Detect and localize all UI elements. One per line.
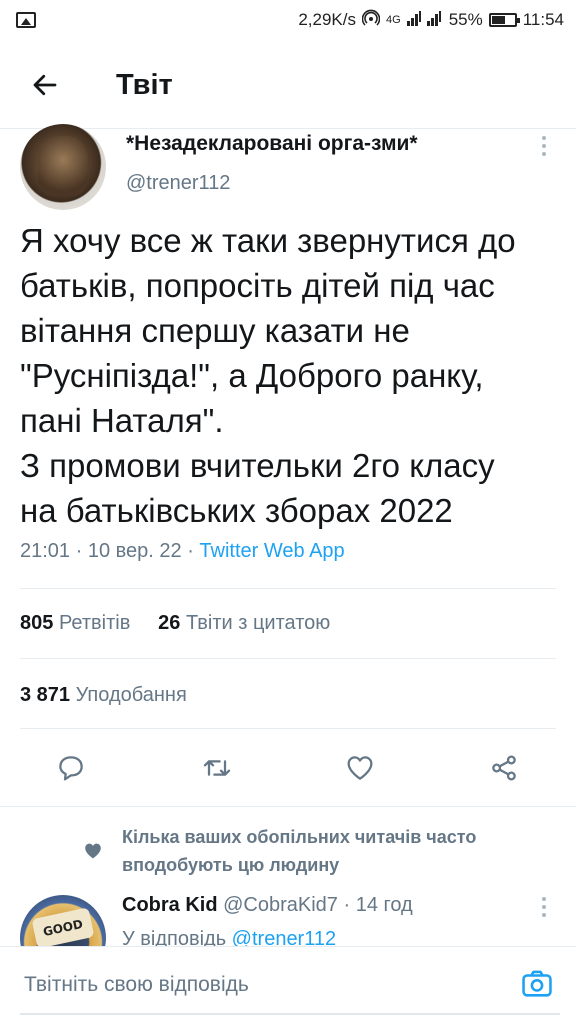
arrow-left-icon <box>33 74 57 96</box>
tweet-meta: 21:01 · 10 вер. 22 · Twitter Web App <box>20 540 345 563</box>
retweets-stat[interactable]: 805 Ретвітів <box>20 612 130 634</box>
tweet-text-line: вітання спершу казати не <box>20 312 410 349</box>
composer-underline <box>20 1013 560 1015</box>
social-context: Кілька ваших обопільних читачів часто вп… <box>122 823 476 879</box>
tweet-source-link[interactable]: Twitter Web App <box>199 540 344 562</box>
page-title: Твіт <box>116 68 173 101</box>
heart-icon <box>347 756 373 780</box>
social-context-line: Кілька ваших обопільних читачів часто <box>122 827 477 847</box>
author-avatar[interactable] <box>20 124 106 210</box>
avatar-logo-text: GOOD LUCK <box>31 907 95 968</box>
likes-count: 3 871 <box>20 684 71 706</box>
reply-composer: Твітніть свою відповідь <box>0 946 576 1024</box>
divider <box>20 728 556 729</box>
divider <box>20 588 556 589</box>
retweets-label: Ретвітів <box>58 612 131 634</box>
tweet-action-bar <box>0 745 576 795</box>
quotes-count: 26 <box>158 612 181 634</box>
hotspot-icon <box>361 9 381 32</box>
network-speed: 2,29K/s <box>298 10 356 29</box>
like-button[interactable] <box>340 745 380 791</box>
image-notification-icon <box>16 12 36 28</box>
replying-to-user-link[interactable]: @trener112 <box>232 928 336 946</box>
camera-icon[interactable] <box>520 967 554 1001</box>
tweet-text-line: Я хочу все ж таки звернутися до <box>20 222 516 259</box>
signal-icon <box>406 10 443 31</box>
top-app-bar: Твіт <box>0 40 576 130</box>
reply-icon <box>59 756 83 781</box>
back-button[interactable] <box>0 40 90 130</box>
retweet-button[interactable] <box>197 745 237 791</box>
tweet-text-line: пані Наталя". <box>20 402 224 439</box>
reply-author[interactable]: Cobra Kid @CobraKid7 · 14 год <box>122 894 413 917</box>
battery-percent: 55% <box>448 10 483 29</box>
tweet-text-line: "Руснiпiзда!", а Доброго ранку, <box>20 357 484 394</box>
social-context-line: вподобують цю людину <box>122 855 340 875</box>
likes-label: Уподобання <box>75 684 187 706</box>
heart-filled-icon <box>85 843 101 859</box>
clock: 11:54 <box>522 10 564 29</box>
quotes-stat[interactable]: 26 Твіти з цитатою <box>158 612 330 634</box>
quotes-label: Твіти з цитатою <box>185 612 331 634</box>
tweet-counts-row: 805 Ретвітів 26 Твіти з цитатою <box>20 612 330 635</box>
network-type: 4G <box>386 14 401 26</box>
tweet-more-icon[interactable] <box>542 136 548 156</box>
share-icon <box>492 755 516 781</box>
share-button[interactable] <box>484 745 524 791</box>
tweet-text-line: батьків, попросіть дітей під час <box>20 267 495 304</box>
tweet-text-line: на батьківських зборах 2022 <box>20 492 453 529</box>
reply-username-time: @CobraKid7 · 14 год <box>217 894 413 916</box>
divider <box>20 658 556 659</box>
reply-more-icon[interactable] <box>542 897 548 917</box>
section-divider <box>0 806 576 807</box>
retweet-icon <box>203 760 231 776</box>
replying-to: У відповідь @trener112 <box>122 928 336 946</box>
author-username[interactable]: @trener112 <box>126 172 230 195</box>
tweet-text-line: З промови вчительки 2го класу <box>20 447 495 484</box>
tweet-text: Я хочу все ж таки звернутися до батьків,… <box>20 218 560 533</box>
reply-input[interactable]: Твітніть свою відповідь <box>24 973 249 997</box>
reply-button[interactable] <box>51 745 91 791</box>
author-display-name[interactable]: *Незадекларовані орга-зми* <box>126 132 418 156</box>
reply-display-name: Cobra Kid <box>122 894 218 916</box>
retweets-count: 805 <box>20 612 54 634</box>
status-bar: 2,29K/s 4G 55% 11:54 <box>0 0 576 40</box>
battery-icon <box>488 13 520 27</box>
replying-to-prefix: У відповідь <box>122 928 232 946</box>
tweet-timestamp: 21:01 · 10 вер. 22 · <box>20 540 200 562</box>
likes-stat[interactable]: 3 871 Уподобання <box>20 684 187 707</box>
header-divider <box>0 128 576 129</box>
